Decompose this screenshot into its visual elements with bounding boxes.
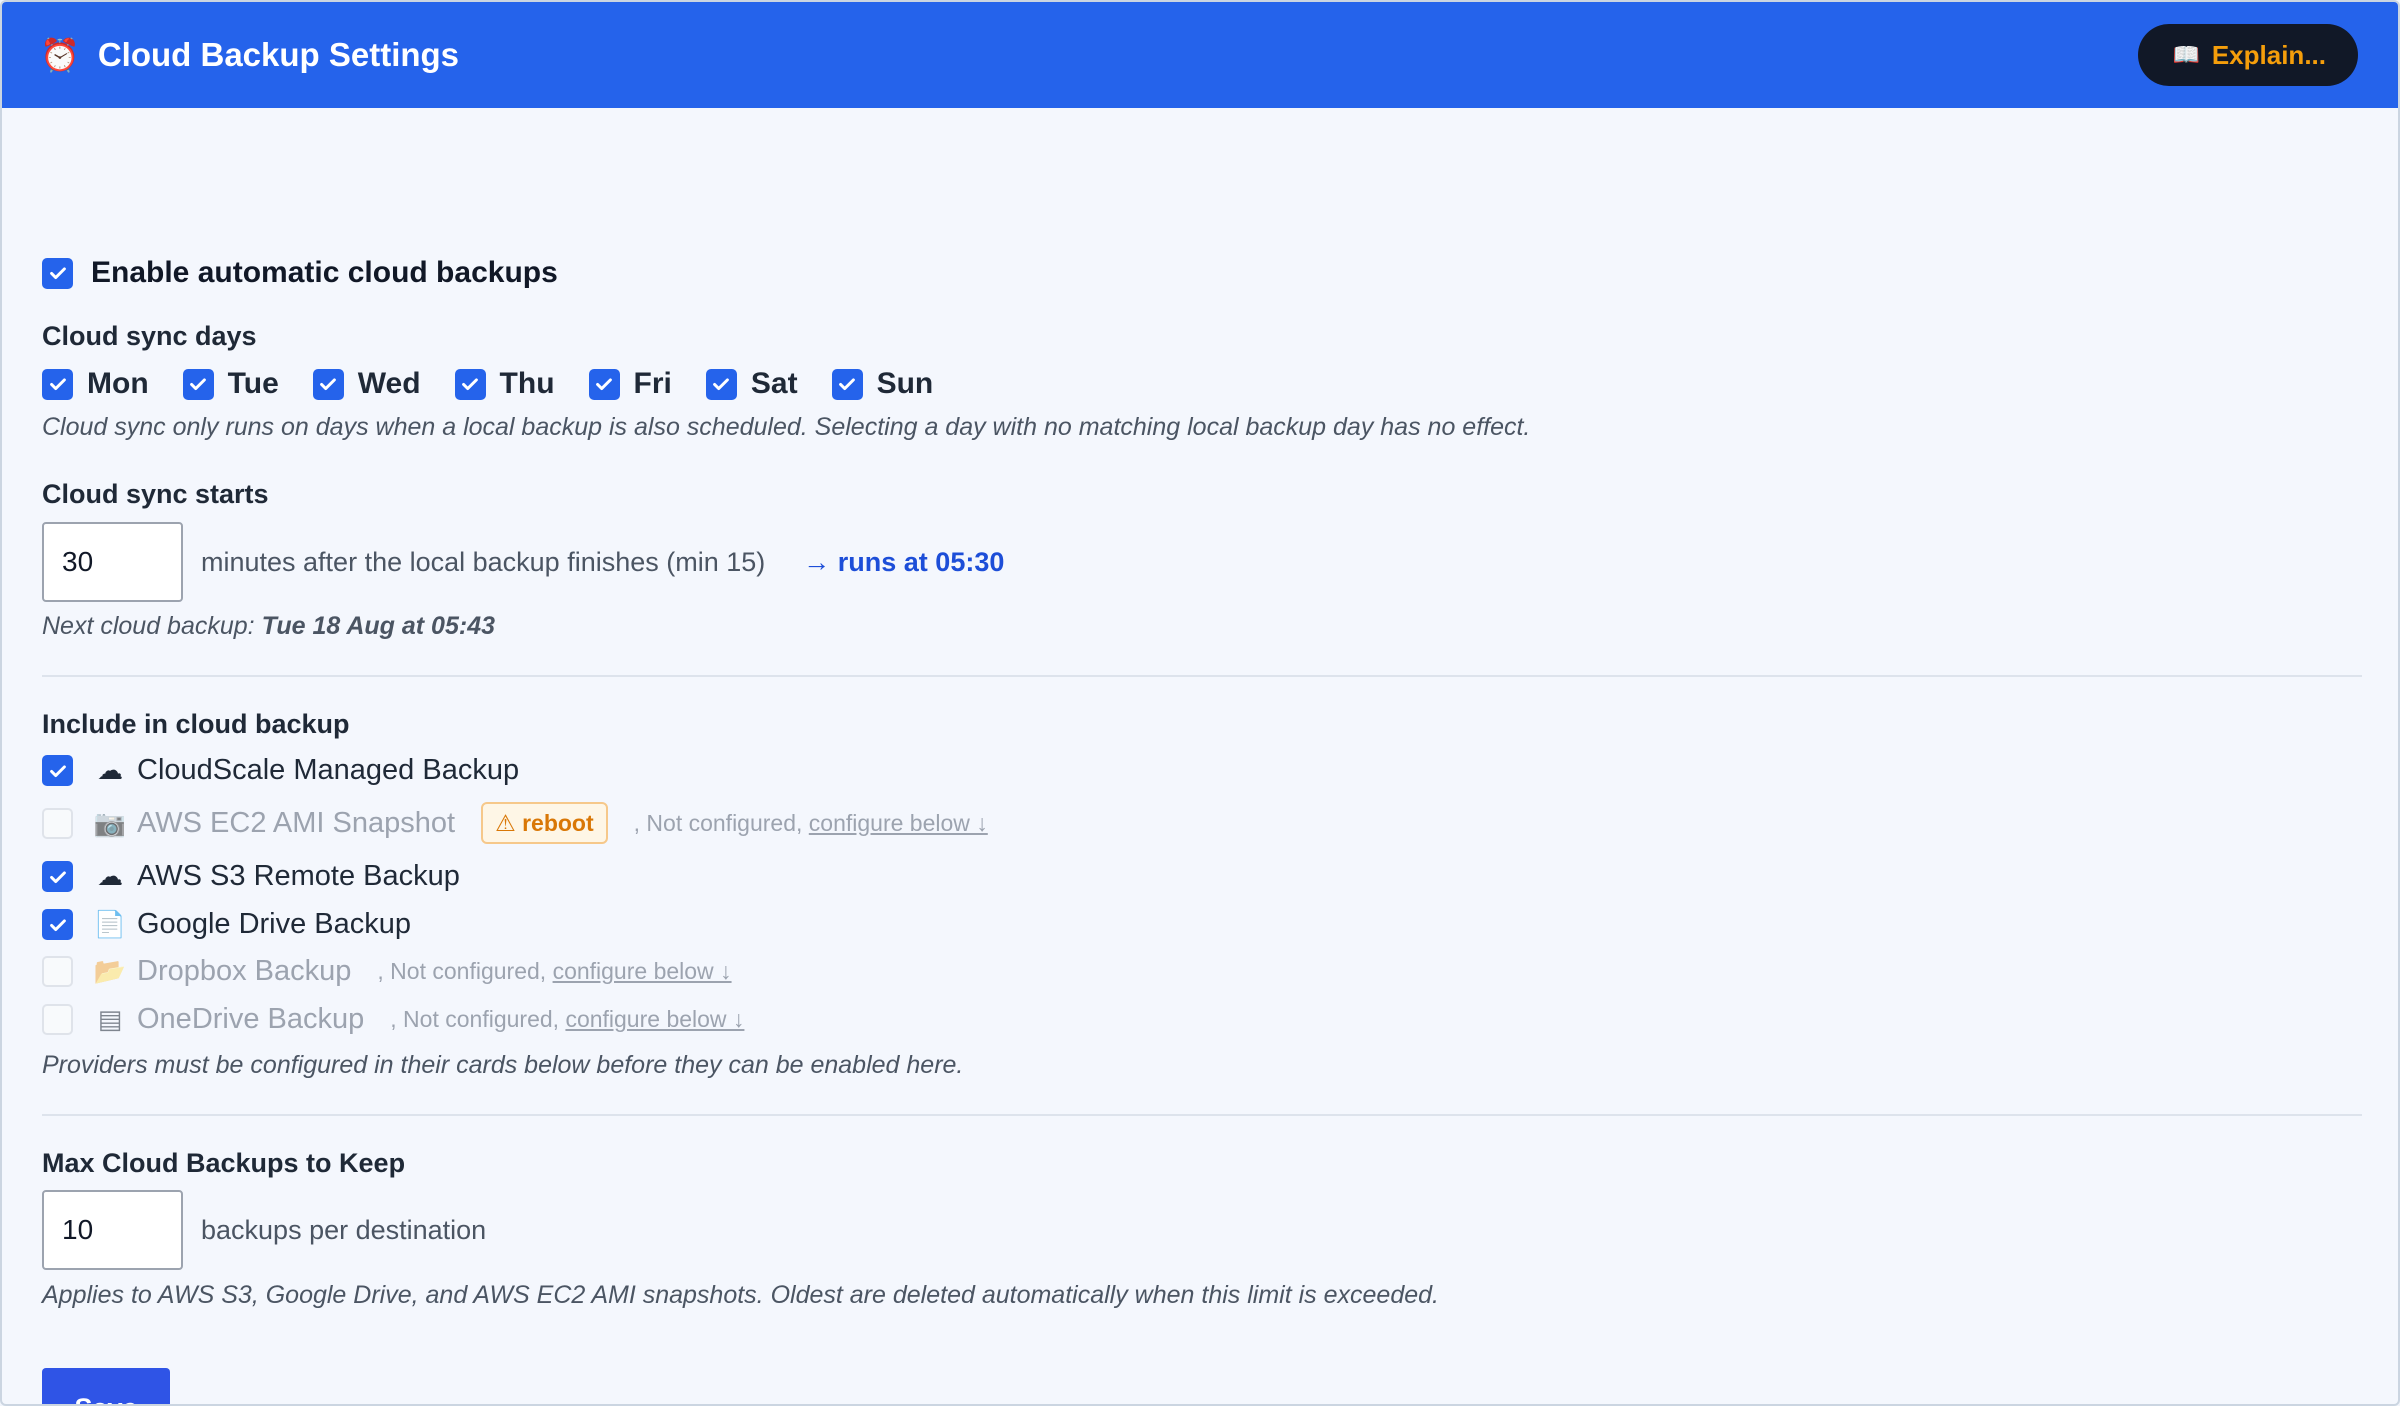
checkmark-icon [320,378,337,391]
enable-label: Enable automatic cloud backups [91,256,558,289]
day-label: Fri [633,367,672,400]
day-checkbox[interactable] [588,368,620,400]
sync-delay-suffix: minutes after the local backup finishes … [201,546,766,577]
day-checkbox[interactable] [705,368,737,400]
sync-days-title: Cloud sync days [42,321,257,351]
max-keep-hint: Applies to AWS S3, Google Drive, and AWS… [42,1281,1439,1309]
day-mon[interactable]: Mon [42,367,149,401]
day-label: Sat [750,367,798,400]
explain-button[interactable]: 📖 Explain... [2138,24,2358,86]
max-keep-row: backups per destination [42,1190,486,1270]
day-checkbox[interactable] [312,368,344,400]
enable-checkbox[interactable] [42,257,73,289]
list-icon: ▤ [97,1004,123,1034]
day-tue[interactable]: Tue [182,367,279,401]
day-label: Mon [87,367,149,400]
day-checkbox[interactable] [182,368,214,400]
provider-checkbox[interactable] [42,755,73,786]
checkmark-icon [713,378,730,391]
day-wed[interactable]: Wed [312,367,421,401]
reboot-badge: ⚠ reboot [481,802,608,844]
checkmark-icon [49,378,66,391]
not-configured-text: , Not configured, [633,809,803,836]
next-backup-prefix: Next cloud backup: [42,612,255,640]
explain-button-label: Explain... [2211,39,2326,70]
day-checkbox[interactable] [42,368,73,400]
day-checkbox[interactable] [831,368,863,400]
sync-days-hint: Cloud sync only runs on days when a loca… [42,413,1531,441]
configure-below-link[interactable]: configure below ↓ [809,810,988,836]
day-fri[interactable]: Fri [588,367,672,401]
day-label: Thu [499,367,555,400]
save-button[interactable]: Save [42,1368,170,1404]
provider-checkbox[interactable] [42,861,73,892]
checkmark-icon [49,764,66,777]
provider-label: OneDrive Backup [137,1003,365,1035]
page-title: ⏰ Cloud Backup Settings [40,36,459,74]
provider-label: Dropbox Backup [137,955,352,987]
not-configured-note: , Not configured, configure below ↓ [634,810,988,837]
checkmark-icon [49,918,66,931]
sync-start-title: Cloud sync starts [42,479,269,509]
max-keep-title: Max Cloud Backups to Keep [42,1148,406,1178]
cloud-icon: ☁ [97,755,123,785]
checkmark-icon [839,378,855,391]
section-divider [42,675,2362,677]
providers-hint: Providers must be configured in their ca… [42,1051,964,1079]
not-configured-text: , Not configured, [390,1006,560,1032]
day-checkbox[interactable] [454,368,486,400]
runs-at-label: → runs at 05:30 [803,546,1005,577]
next-backup-value: Tue 18 Aug at 05:43 [261,612,496,640]
provider-label: CloudScale Managed Backup [137,754,520,786]
section-divider [42,1114,2362,1116]
camera-icon: 📷 [93,807,127,838]
provider-onedrive: ▤ OneDrive Backup , Not configured, conf… [42,1003,744,1036]
document-icon: 📄 [93,909,127,939]
provider-aws-ec2: 📷 AWS EC2 AMI Snapshot ⚠ reboot , Not co… [42,802,988,844]
checkmark-icon [49,267,66,280]
provider-google-drive[interactable]: 📄 Google Drive Backup [42,908,411,941]
provider-aws-s3[interactable]: ☁ AWS S3 Remote Backup [42,860,460,893]
provider-label: AWS S3 Remote Backup [137,860,460,892]
enable-row: Enable automatic cloud backups [42,256,558,290]
next-backup-hint: Next cloud backup: Tue 18 Aug at 05:43 [42,612,495,641]
provider-dropbox: 📂 Dropbox Backup , Not configured, confi… [42,955,732,988]
not-configured-text: , Not configured, [377,958,547,984]
page-title-text: Cloud Backup Settings [97,36,460,73]
day-label: Wed [357,367,421,400]
day-label: Tue [227,367,279,400]
checkmark-icon [49,870,66,883]
configure-below-link[interactable]: configure below ↓ [553,958,732,984]
book-icon: 📖 [2172,42,2200,67]
provider-label: Google Drive Backup [137,908,412,940]
day-label: Sun [876,367,934,400]
header-bar: ⏰ Cloud Backup Settings 📖 Explain... [2,2,2398,108]
settings-panel: ⏰ Cloud Backup Settings 📖 Explain... Ena… [0,0,2400,1406]
not-configured-note: , Not configured, configure below ↓ [377,958,731,985]
provider-checkbox[interactable] [42,956,73,987]
day-thu[interactable]: Thu [454,367,555,401]
configure-below-link[interactable]: configure below ↓ [565,1006,744,1032]
max-keep-input[interactable] [42,1190,183,1270]
day-sat[interactable]: Sat [705,367,798,401]
checkmark-icon [190,378,207,391]
provider-cloudscale[interactable]: ☁ CloudScale Managed Backup [42,754,519,787]
provider-checkbox[interactable] [42,807,73,839]
cloud-icon: ☁ [97,861,123,891]
include-title: Include in cloud backup [42,709,350,739]
folder-icon: 📂 [93,956,127,986]
checkmark-icon [462,378,478,391]
sync-start-row: minutes after the local backup finishes … [42,522,1004,602]
provider-checkbox[interactable] [42,1004,73,1035]
max-keep-suffix: backups per destination [201,1214,487,1245]
alarm-clock-icon: ⏰ [40,37,80,73]
sync-days-group: Mon Tue Wed Thu Fri Sat Sun [42,367,967,401]
checkmark-icon [596,378,612,391]
sync-delay-input[interactable] [42,522,183,602]
day-sun[interactable]: Sun [831,367,934,401]
not-configured-note: , Not configured, configure below ↓ [390,1006,744,1033]
provider-label: AWS EC2 AMI Snapshot [137,806,456,839]
provider-checkbox[interactable] [42,909,73,940]
